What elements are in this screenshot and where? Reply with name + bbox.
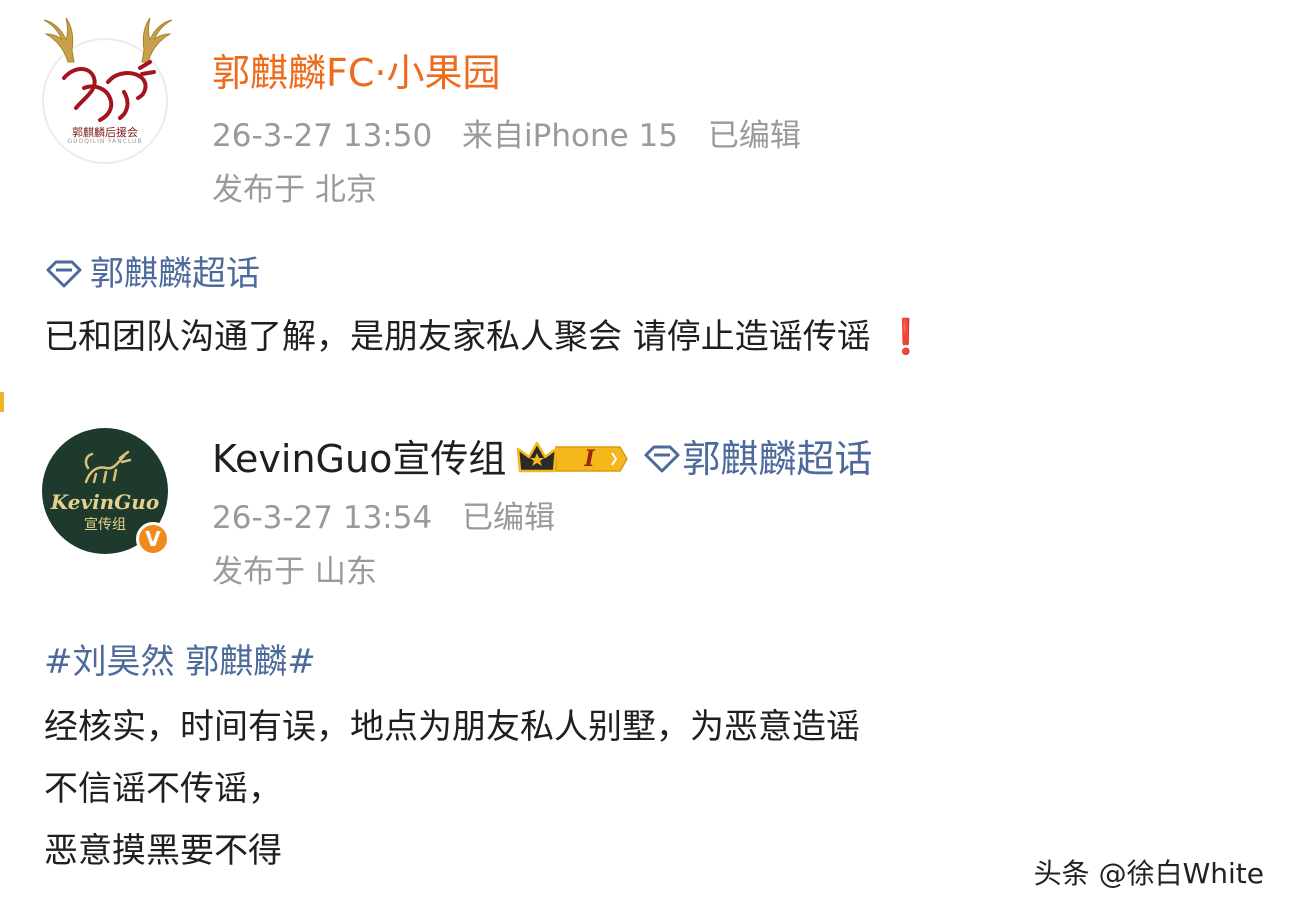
post-time: 26-3-27 13:50 <box>212 118 433 154</box>
post-body-text: 已和团队沟通了解，是朋友家私人聚会 请停止造谣传谣 <box>44 317 871 357</box>
post-body: 已和团队沟通了解，是朋友家私人聚会 请停止造谣传谣 ❗ <box>44 306 927 368</box>
watermark: 头条 @徐白White <box>1033 857 1264 890</box>
avatar-fanclub[interactable]: 郭麒麟后援会 GUOQILIN FANCLUB <box>42 17 173 164</box>
dragon-logo-icon <box>62 60 156 122</box>
supertopic-link[interactable]: 郭麒麟超话 <box>44 252 260 296</box>
post-source: 来自iPhone 15 <box>462 118 678 154</box>
post-meta: 26-3-27 13:54 已编辑 <box>212 498 575 538</box>
fan-level-badge[interactable]: I <box>516 439 629 479</box>
supertopic-label: 郭麒麟超话 <box>682 437 873 481</box>
avatar-kevinguo[interactable]: KevinGuo 宣传组 V <box>42 428 170 556</box>
diamond-topic-icon <box>644 445 680 473</box>
crown-badge-icon <box>517 441 629 473</box>
exclamation-icon: ❗ <box>884 317 928 357</box>
post-body-line: 经核实，时间有误，地点为朋友私人别墅，为恶意造谣 <box>44 707 860 747</box>
post-location: 发布于 山东 <box>212 554 377 590</box>
supertopic-link[interactable]: 郭麒麟超话 <box>642 436 872 482</box>
avatar-brand: KevinGuo <box>50 490 160 514</box>
post-meta: 26-3-27 13:50 来自iPhone 15 已编辑 <box>212 116 821 156</box>
fan-level-text: I <box>584 446 595 472</box>
post-location: 发布于 北京 <box>212 172 377 208</box>
author-name[interactable]: KevinGuo宣传组 <box>212 436 506 482</box>
post-body-line: 恶意摸黑要不得 <box>44 831 282 871</box>
post-body: 经核实，时间有误，地点为朋友私人别墅，为恶意造谣 不信谣不传谣， 恶意摸黑要不得 <box>44 696 860 882</box>
post-card-2: KevinGuo 宣传组 V KevinGuo宣传组 I 郭麒麟超话 26-3-… <box>0 392 1290 914</box>
diamond-topic-icon <box>46 260 82 288</box>
avatar-subcaption: GUOQILIN FANCLUB <box>67 138 143 145</box>
post-card-1: 郭麒麟后援会 GUOQILIN FANCLUB 郭麒麟FC·小果园 26-3-2… <box>0 0 1290 392</box>
author-row: KevinGuo宣传组 I 郭麒麟超话 <box>212 436 872 482</box>
edited-label[interactable]: 已编辑 <box>462 500 555 536</box>
verified-icon: V <box>136 522 170 556</box>
post-time: 26-3-27 13:54 <box>212 500 433 536</box>
antler-icon <box>43 17 173 63</box>
edited-label[interactable]: 已编辑 <box>708 118 801 154</box>
supertopic-label: 郭麒麟超话 <box>90 254 260 294</box>
post-body-line: 不信谣不传谣， <box>44 769 282 809</box>
qilin-logo-icon <box>84 450 132 484</box>
author-name[interactable]: 郭麒麟FC·小果园 <box>212 50 500 96</box>
hashtag-link[interactable]: #刘昊然 郭麒麟# <box>44 640 316 684</box>
